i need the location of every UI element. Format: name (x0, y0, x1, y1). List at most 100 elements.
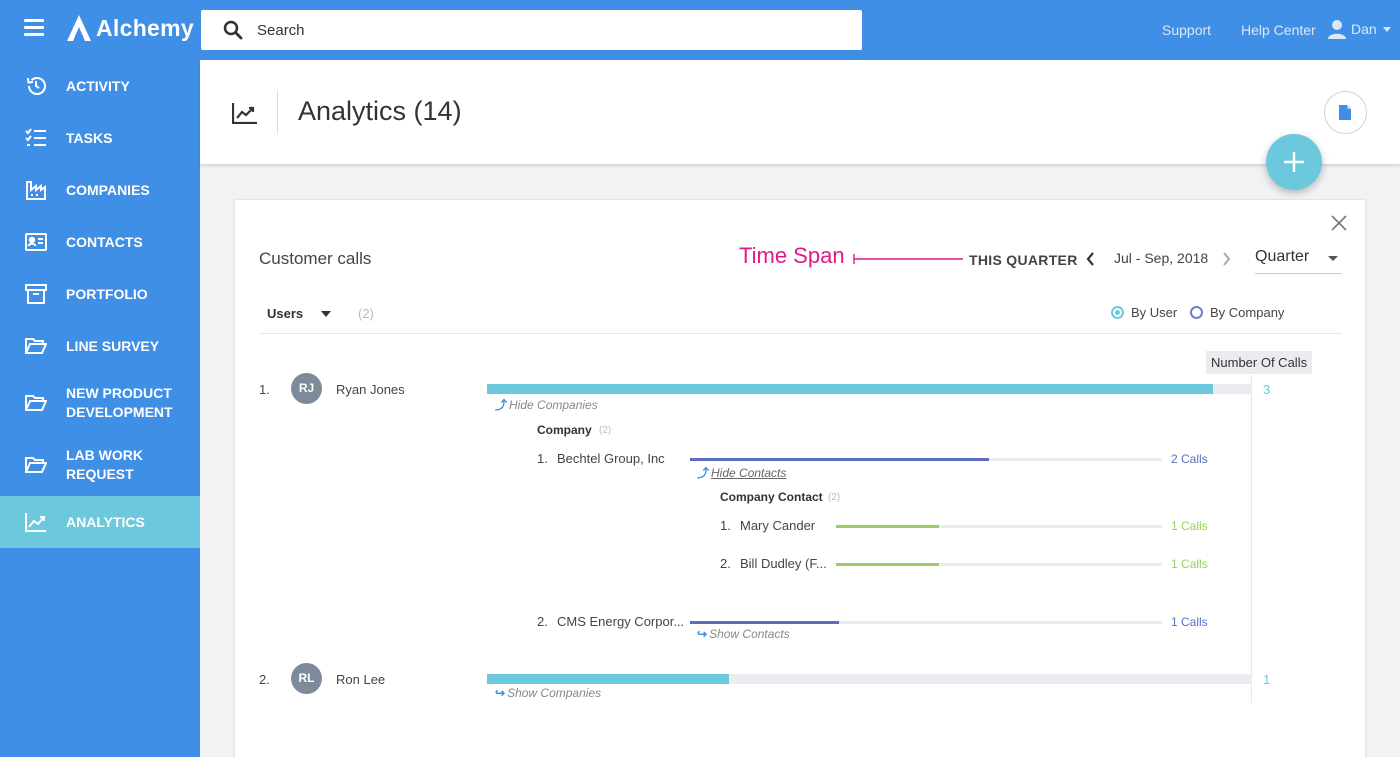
company-calls: 2 Calls (1171, 452, 1208, 466)
history-icon (27, 77, 46, 95)
contacts-count: (2) (828, 492, 841, 503)
chevron-down-icon[interactable] (321, 311, 331, 317)
sidebar-item-companies[interactable]: COMPANIES (0, 164, 200, 216)
company-bar (690, 458, 989, 461)
card-title: Customer calls (259, 249, 372, 268)
close-icon[interactable] (1331, 215, 1347, 231)
radio-by-user[interactable]: By User (1111, 305, 1177, 320)
user-total: 3 (1263, 382, 1271, 397)
sidebar-item-label: PORTFOLIO (66, 285, 148, 302)
search-icon (223, 20, 243, 40)
company-bar-track (690, 621, 1162, 624)
sidebar-item-line-survey[interactable]: LINE SURVEY (0, 320, 200, 372)
contact-bar (836, 525, 939, 528)
sidebar-item-tasks[interactable]: TASKS (0, 112, 200, 164)
companies-header: Company (537, 423, 592, 437)
user-bar-track (487, 384, 1252, 394)
contacts-header: Company Contact (720, 490, 823, 504)
company-bar (690, 621, 839, 624)
trending-chart-icon (232, 103, 257, 124)
sidebar-item-lab-work-request[interactable]: LAB WORK REQUEST (0, 434, 200, 496)
company-name[interactable]: CMS Energy Corpor... (557, 614, 684, 629)
sidebar-item-contacts[interactable]: CONTACTS (0, 216, 200, 268)
contact-name[interactable]: Bill Dudley (F... (740, 556, 827, 571)
document-icon (1339, 105, 1351, 120)
support-link[interactable]: Support (1162, 22, 1211, 38)
contact-number: 1. (720, 518, 731, 533)
sidebar-item-activity[interactable]: ACTIVITY (0, 60, 200, 112)
sidebar-item-label: TASKS (66, 129, 113, 146)
period-select[interactable]: Quarter (1255, 244, 1342, 274)
search-bar[interactable] (201, 10, 862, 50)
company-number: 2. (537, 614, 548, 629)
folder-open-icon (25, 457, 47, 473)
arrow-up-icon: ⤴ (697, 466, 710, 480)
divider (259, 333, 1342, 334)
companies-count: (2) (599, 425, 612, 436)
user-name: Dan (1351, 21, 1377, 37)
company-bar-track (690, 458, 1162, 461)
archive-box-icon (25, 284, 47, 304)
group-filter-count: (2) (358, 306, 374, 321)
hide-companies-link[interactable]: ⤴ Hide Companies (495, 396, 598, 413)
annotation-arrow-line (853, 254, 963, 264)
user-bar (487, 674, 729, 684)
chevron-left-icon[interactable] (1085, 251, 1095, 267)
radio-selected-icon (1111, 306, 1124, 319)
logo[interactable]: Alchemy (66, 14, 194, 42)
contact-bar (836, 563, 939, 566)
radio-unselected-icon (1190, 306, 1203, 319)
folder-open-icon (25, 395, 47, 411)
document-button[interactable] (1324, 91, 1367, 134)
arrow-up-icon: ⤴ (495, 398, 508, 412)
arrow-right-icon: ↪ (697, 627, 708, 641)
sidebar-item-label: COMPANIES (66, 181, 150, 198)
arrow-right-icon: ↪ (495, 686, 506, 700)
hide-contacts-link[interactable]: ⤴ Hide Contacts (697, 464, 786, 481)
sidebar-item-analytics[interactable]: ANALYTICS (0, 496, 200, 548)
add-button[interactable] (1266, 134, 1322, 190)
user-menu[interactable]: Dan (1328, 19, 1391, 39)
user-bar-track (487, 674, 1252, 684)
sidebar-item-label: ANALYTICS (66, 513, 145, 530)
radio-label: By User (1131, 305, 1178, 320)
date-range: Jul - Sep, 2018 (1114, 250, 1209, 266)
alchemy-logo-icon (67, 15, 91, 41)
period-select-value: Quarter (1255, 248, 1310, 265)
customer-calls-card: Customer calls Time Span THIS QUARTER Ju… (234, 199, 1366, 757)
sidebar-item-label: CONTACTS (66, 233, 143, 250)
company-number: 1. (537, 451, 548, 466)
contact-calls: 1 Calls (1171, 519, 1208, 533)
user-name[interactable]: Ron Lee (336, 672, 385, 687)
chevron-down-icon (1328, 256, 1338, 261)
metric-label: Number Of Calls (1206, 351, 1313, 374)
show-contacts-link[interactable]: ↪ Show Contacts (697, 627, 790, 641)
radio-label: By Company (1210, 305, 1285, 320)
brand-name: Alchemy (96, 14, 194, 41)
page-header: Analytics (14) (200, 60, 1400, 164)
contact-name[interactable]: Mary Cander (740, 518, 815, 533)
group-filter-dropdown[interactable]: Users (267, 306, 303, 321)
search-input[interactable] (257, 10, 837, 50)
company-name[interactable]: Bechtel Group, Inc (557, 451, 665, 466)
row-number: 1. (259, 382, 270, 397)
company-calls: 1 Calls (1171, 615, 1208, 629)
folder-open-icon (25, 338, 47, 354)
show-companies-link[interactable]: ↪ Show Companies (495, 686, 601, 700)
help-center-link[interactable]: Help Center (1241, 22, 1316, 38)
user-name[interactable]: Ryan Jones (336, 382, 405, 397)
top-bar: Alchemy Support Help Center Dan (0, 0, 1400, 60)
row-number: 2. (259, 672, 270, 687)
chart-axis-line (1251, 375, 1252, 703)
contact-bar-track (836, 563, 1162, 566)
radio-by-company[interactable]: By Company (1190, 305, 1284, 320)
chevron-right-icon[interactable] (1222, 251, 1232, 267)
sidebar-item-label: LINE SURVEY (66, 337, 160, 354)
user-avatar-icon (1328, 20, 1346, 39)
sidebar-item-portfolio[interactable]: PORTFOLIO (0, 268, 200, 320)
user-total: 1 (1263, 672, 1271, 687)
sidebar-item-new-product-development[interactable]: NEW PRODUCT DEVELOPMENT (0, 372, 200, 434)
contact-calls: 1 Calls (1171, 557, 1208, 571)
hamburger-menu-icon[interactable] (24, 19, 44, 37)
user-bar (487, 384, 1213, 394)
